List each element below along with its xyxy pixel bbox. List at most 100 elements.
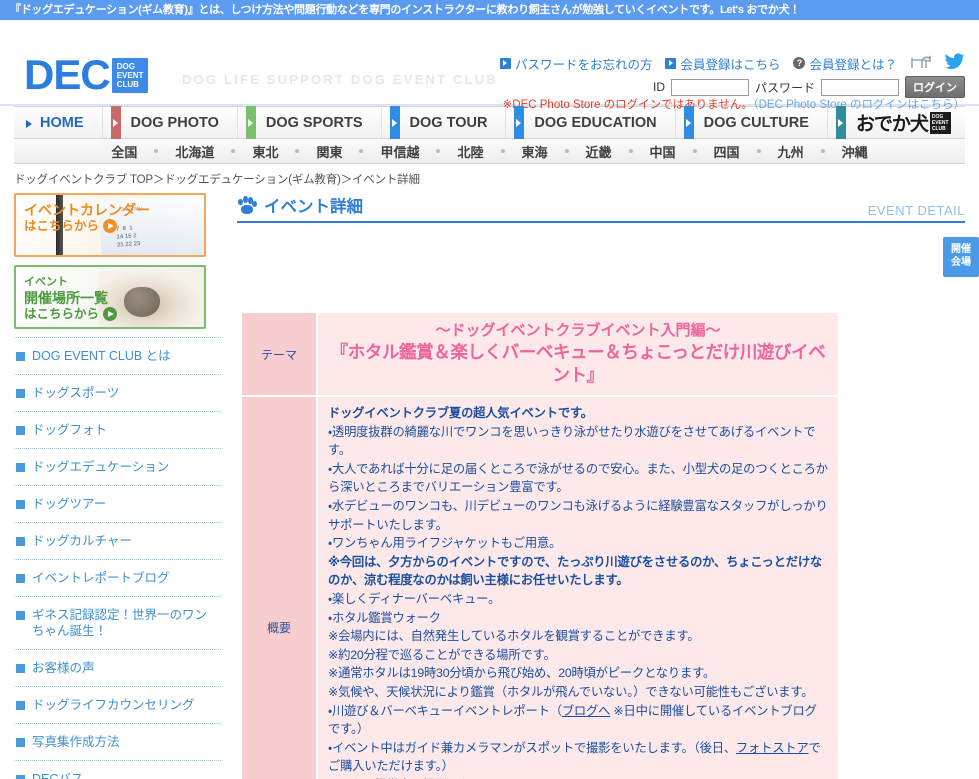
sidebar-item-dog-sports[interactable]: ドッグスポーツ xyxy=(14,374,221,411)
bullet-square-icon xyxy=(16,426,25,435)
sidebar-item-dog-life-counseling[interactable]: ドッグライフカウンセリング xyxy=(14,686,221,723)
region-item-koshinetsu[interactable]: 甲信越 xyxy=(363,142,436,161)
nav-item-dog-tour[interactable]: DOG TOUR xyxy=(382,106,507,139)
overview-value: ドッグイベントクラブ夏の超人気イベントです。 ・透明度抜群の綺麗な川でワンコを思… xyxy=(316,394,840,779)
theme-line-2: 『ホタル鑑賞＆楽しくバーベキュー＆ちょこっとだけ川遊びイベント』 xyxy=(330,342,826,385)
logo-text: DEC xyxy=(24,51,111,98)
sidebar-item-dog-education[interactable]: ドッグエデュケーション xyxy=(14,448,221,485)
overview-line: ※約20分程で巡ることができる場所です。 xyxy=(328,647,556,662)
sidebar-item-dog-photo[interactable]: ドッグフォト xyxy=(14,411,221,448)
bullet-square-icon xyxy=(16,389,25,398)
theme-line-1: ～ドッグイベントクラブイベント入門編～ xyxy=(435,322,721,339)
site-logo[interactable]: DEC DOG EVENT CLUB xyxy=(24,51,149,98)
login-id-input[interactable] xyxy=(670,78,749,96)
section-header: イベント詳細 EVENT DETAIL xyxy=(237,193,965,223)
odekaken-logo-badge: DOG EVENT CLUB xyxy=(929,111,951,134)
region-item-zenkoku[interactable]: 全国 xyxy=(94,142,154,161)
bullet-square-icon xyxy=(16,500,25,509)
overview-line: ※今回は、夕方からのイベントですので、たっぷり川遊びをさせるのか、ちょこっとだけ… xyxy=(328,554,823,588)
region-item-kyushu[interactable]: 九州 xyxy=(761,142,821,161)
twitter-bird-icon[interactable] xyxy=(945,53,965,73)
region-item-chugoku[interactable]: 中国 xyxy=(633,142,693,161)
venue-badge[interactable]: 開催 会場 xyxy=(943,237,979,277)
event-calendar-banner-line2: はこちらから xyxy=(24,219,100,233)
page-title-english: EVENT DETAIL xyxy=(867,203,965,218)
region-item-shikoku[interactable]: 四国 xyxy=(697,142,757,161)
header-links: パスワードをお忘れの方 会員登録はこちら ? 会員登録とは？ xyxy=(499,53,965,73)
sidebar-item-label: ドッグスポーツ xyxy=(32,386,120,400)
event-calendar-banner[interactable]: イベントカレンダー はこちらから xyxy=(14,193,206,257)
table-row-theme: テーマ ～ドッグイベントクラブイベント入門編～ 『ホタル鑑賞＆楽しくバーベキュー… xyxy=(240,311,840,397)
sidebar-item-label: ドッグカルチャー xyxy=(32,534,132,548)
overview-line: ドッグイベントクラブ夏の超人気イベントです。 xyxy=(328,406,593,420)
arrow-icon xyxy=(110,106,121,139)
region-item-kanto[interactable]: 関東 xyxy=(299,142,359,161)
login-password-input[interactable] xyxy=(821,78,899,96)
about-registration-link[interactable]: ? 会員登録とは？ xyxy=(793,54,897,73)
register-link[interactable]: 会員登録はこちら xyxy=(665,54,780,73)
blog-line-prefix: ・川遊び＆バーベキューイベントレポート（ xyxy=(328,703,562,718)
nav-label-dog-education: DOG EDUCATION xyxy=(534,114,657,131)
login-id-label: ID xyxy=(652,80,665,94)
sidebar-item-guinness-record[interactable]: ギネス記録認定！世界一のワンちゃん誕生！ xyxy=(14,596,221,649)
sidebar-item-dog-tour[interactable]: ドッグツアー xyxy=(14,485,221,522)
nav-item-dog-education[interactable]: DOG EDUCATION xyxy=(506,106,676,139)
register-label: 会員登録はこちら xyxy=(680,57,781,72)
overview-line: ・透明度抜群の綺麗な川でワンコを思いっきり泳がせたり水遊びをさせてあげるイベント… xyxy=(328,424,816,458)
sidebar-item-about-dec[interactable]: DOG EVENT CLUB とは xyxy=(14,337,221,374)
play-arrow-icon xyxy=(103,307,118,321)
top-announcement-bar: 『ドッグエデュケーション(ギム教育)』とは、しつけ方法や問題行動などを専門のイン… xyxy=(0,0,979,20)
blog-link[interactable]: ブログへ xyxy=(562,704,611,718)
odekaken-logo-line3: CLUB xyxy=(931,125,946,132)
region-navigation: 全国 北海道 東北 関東 甲信越 北陸 東海 近畿 中国 四国 九州 沖縄 xyxy=(14,139,965,164)
region-item-okinawa[interactable]: 沖縄 xyxy=(825,142,885,161)
nav-item-dog-photo[interactable]: DOG PHOTO xyxy=(103,106,238,139)
nav-label-odekaken: おでか犬 xyxy=(855,114,929,135)
forgot-password-link[interactable]: パスワードをお忘れの方 xyxy=(499,54,652,73)
region-item-tohoku[interactable]: 東北 xyxy=(235,142,295,161)
nav-item-dog-sports[interactable]: DOG SPORTS xyxy=(238,106,382,139)
site-header: DEC DOG EVENT CLUB DOG LIFE SUPPORT DOG … xyxy=(0,20,979,111)
region-item-kinki[interactable]: 近畿 xyxy=(569,142,629,161)
photo-store-link[interactable]: フォトストア xyxy=(736,741,809,755)
nav-label-dog-photo: DOG PHOTO xyxy=(130,114,219,131)
login-button[interactable]: ログイン xyxy=(905,76,965,98)
photo-line-prefix: ・イベント中はガイド兼カメラマンがスポットで撮影をいたします。（後日、 xyxy=(328,740,736,755)
event-venue-list-banner[interactable]: イベント 開催場所一覧 はこちらから xyxy=(14,265,206,329)
breadcrumb[interactable]: ドッグイベントクラブ TOP＞ドッグエデュケーション(ギム教育)＞イベント詳細 xyxy=(0,164,979,193)
paw-print-icon xyxy=(237,196,257,214)
sidebar-item-customer-voice[interactable]: お客様の声 xyxy=(14,649,221,686)
arrow-icon xyxy=(514,106,525,139)
overview-label: 概要 xyxy=(240,394,318,779)
blue-arrow-square-icon xyxy=(499,57,511,69)
event-calendar-banner-text: イベントカレンダー はこちらから xyxy=(24,202,150,234)
overview-photo-line: ・イベント中はガイド兼カメラマンがスポットで撮影をいたします。（後日、フォトスト… xyxy=(328,739,828,776)
nav-item-home[interactable]: HOME xyxy=(14,107,103,138)
sidebar-item-label: DECバス xyxy=(32,772,84,779)
bullet-square-icon xyxy=(16,701,25,710)
sidebar-item-dec-bus[interactable]: DECバス xyxy=(14,760,221,779)
nav-item-odekaken[interactable]: おでか犬 DOG EVENT CLUB xyxy=(828,106,961,139)
overview-line: ・大人であれば十分に足の届くところで泳がせるので安心。また、小型犬の足のつくとこ… xyxy=(328,461,828,495)
about-registration-label: 会員登録とは？ xyxy=(809,57,897,72)
logo-badge: DOG EVENT CLUB xyxy=(111,57,149,93)
sidebar-item-photobook-method[interactable]: 写真集作成方法 xyxy=(14,723,221,760)
nav-label-dog-tour: DOG TOUR xyxy=(409,114,488,131)
nav-item-dog-culture[interactable]: DOG CULTURE xyxy=(676,106,828,139)
logo-badge-line3: CLUB xyxy=(116,79,139,89)
sidebar-item-label: イベントレポートブログ xyxy=(32,571,170,585)
region-item-hokkaido[interactable]: 北海道 xyxy=(158,142,231,161)
blue-arrow-square-icon xyxy=(665,57,677,69)
event-venue-banner-line1: 開催場所一覧 xyxy=(24,290,108,306)
sidebar-item-event-report-blog[interactable]: イベントレポートブログ xyxy=(14,559,221,596)
overview-line: ・ワンちゃん用ライフジャケットもご用意。 xyxy=(328,536,562,551)
nav-label-home: HOME xyxy=(40,114,84,131)
sidebar-item-dog-culture[interactable]: ドッグカルチャー xyxy=(14,522,221,559)
bullet-square-icon xyxy=(16,775,25,779)
region-item-hokuriku[interactable]: 北陸 xyxy=(440,142,500,161)
venue-badge-line2: 会場 xyxy=(951,257,971,268)
region-item-tokai[interactable]: 東海 xyxy=(505,142,565,161)
dog-icon[interactable] xyxy=(910,54,932,73)
nav-label-dog-sports: DOG SPORTS xyxy=(265,114,363,131)
login-form: ID パスワード ログイン xyxy=(653,76,965,98)
